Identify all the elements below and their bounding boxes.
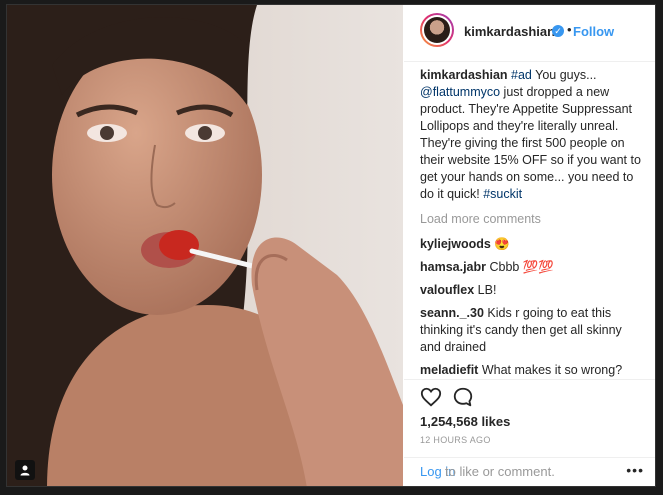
load-more-comments[interactable]: Load more comments	[420, 211, 646, 228]
header-separator: •	[567, 22, 572, 37]
comment-text: Cbbb 💯💯	[486, 260, 554, 274]
post-header: kimkardashian ✓ • Follow	[404, 5, 655, 62]
avatar[interactable]	[420, 13, 454, 47]
verified-badge-icon: ✓	[552, 25, 564, 37]
comment-icon[interactable]	[452, 386, 474, 413]
follow-button[interactable]: Follow	[573, 24, 614, 39]
user-tag-icon[interactable]	[15, 460, 35, 480]
comment: seann._.30 Kids r going to eat this thin…	[420, 305, 646, 356]
comment-text: 😍	[490, 237, 510, 251]
post-sidebar: kimkardashian ✓ • Follow kimkardashian #…	[404, 5, 655, 486]
heart-icon[interactable]	[420, 386, 442, 413]
caption-username[interactable]: kimkardashian	[420, 68, 508, 82]
caption-text-1: You guys...	[531, 68, 597, 82]
post-modal: kimkardashian ✓ • Follow kimkardashian #…	[6, 4, 656, 487]
comment-username[interactable]: seann._.30	[420, 306, 484, 320]
comment-username[interactable]: valouflex	[420, 283, 474, 297]
header-username[interactable]: kimkardashian	[464, 24, 555, 39]
post-actions: 1,254,568 likes 12 HOURS AGO	[404, 379, 655, 460]
caption-text-2: just dropped a new product. They're Appe…	[420, 85, 641, 201]
caption: kimkardashian #ad You guys... @flattummy…	[420, 67, 646, 203]
comment: hamsa.jabr Cbbb 💯💯	[420, 259, 646, 276]
login-bar: Log in to like or comment. •••	[404, 457, 655, 486]
hashtag-suckit[interactable]: #suckit	[483, 187, 522, 201]
comment-username[interactable]: meladiefit	[420, 363, 478, 377]
mention-flattummyco[interactable]: @flattummyco	[420, 85, 500, 99]
hashtag-ad[interactable]: #ad	[511, 68, 532, 82]
post-photo[interactable]	[7, 5, 403, 486]
comment-username[interactable]: hamsa.jabr	[420, 260, 486, 274]
comment-text: LB!	[474, 283, 497, 297]
likes-count[interactable]: 1,254,568 likes	[420, 414, 510, 429]
comment: valouflex LB!	[420, 282, 646, 299]
more-options-icon[interactable]: •••	[626, 462, 644, 478]
comment-username[interactable]: kyliejwoods	[420, 237, 491, 251]
photo-illustration	[7, 5, 403, 486]
post-timestamp: 12 HOURS AGO	[420, 435, 491, 445]
login-prompt-text: to like or comment.	[445, 464, 555, 479]
comment: kyliejwoods 😍	[420, 236, 646, 253]
comments-list[interactable]: kimkardashian #ad You guys... @flattummy…	[420, 67, 646, 385]
avatar-image	[424, 17, 450, 43]
